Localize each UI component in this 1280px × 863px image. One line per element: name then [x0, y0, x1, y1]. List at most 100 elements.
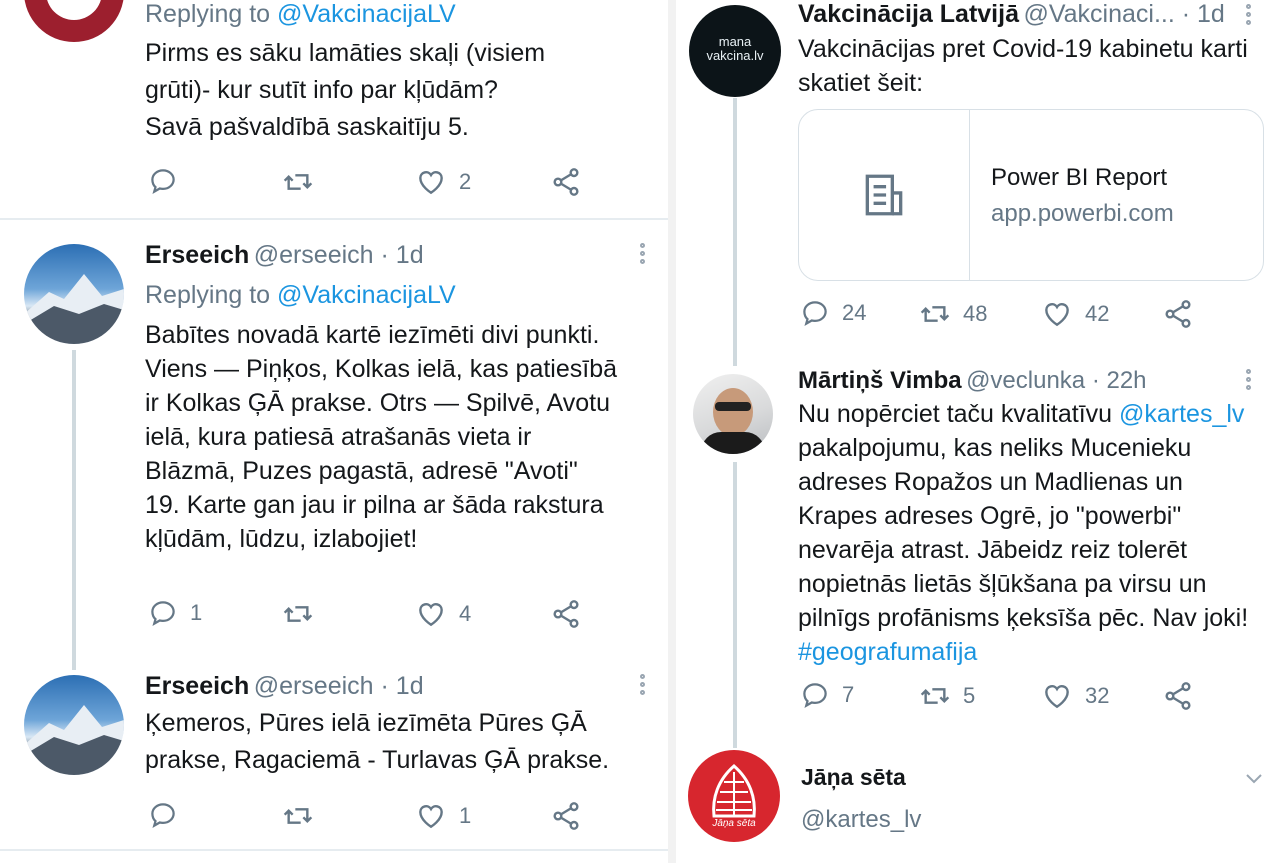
more-options-icon[interactable] — [1246, 369, 1256, 393]
retweet-button[interactable]: 5 — [919, 680, 975, 712]
share-icon — [553, 802, 579, 830]
avatar-face — [713, 388, 753, 436]
tweet-text: Pirms es sāku lamāties skaļi (visiem grū… — [145, 39, 546, 141]
logo-caption: Jāņa sēta — [712, 818, 756, 829]
thread-line — [72, 350, 76, 670]
retweet-button[interactable] — [282, 166, 314, 198]
retweet-icon — [283, 606, 313, 622]
user-avatar-vakcinacija[interactable]: mana vakcina.lv — [689, 5, 781, 97]
like-button[interactable]: 42 — [1041, 298, 1109, 330]
share-icon — [553, 168, 579, 196]
link-card-thumbnail — [799, 110, 970, 280]
user-handle: @kartes_lv — [801, 806, 922, 833]
avatar-logo-text: mana vakcina.lv — [706, 34, 764, 63]
reply-icon — [803, 683, 827, 708]
more-options-icon[interactable] — [640, 674, 650, 698]
reply-icon — [151, 803, 175, 828]
reply-icon — [803, 301, 827, 326]
share-icon — [553, 600, 579, 628]
user-avatar[interactable] — [24, 0, 124, 42]
retweet-button[interactable] — [282, 598, 314, 630]
share-icon — [1165, 300, 1191, 328]
left-conversation-column: Replying to @VakcinacijaLV Pirms es sāku… — [0, 0, 668, 863]
right-conversation-column: mana vakcina.lv Vakcinācija Latvijā @Vak… — [676, 0, 1280, 863]
more-options-icon[interactable] — [640, 243, 650, 267]
display-name[interactable]: Jāņa sēta — [801, 764, 906, 791]
share-button[interactable] — [1162, 680, 1194, 712]
retweet-button[interactable]: 48 — [919, 298, 987, 330]
reply-button[interactable] — [148, 800, 178, 830]
replying-to-mention[interactable]: @VakcinacijaLV — [277, 281, 456, 309]
user-avatar-kartes-lv[interactable]: Jāņa sēta — [688, 750, 780, 842]
retweet-icon — [283, 174, 313, 190]
tweet-divider — [0, 849, 668, 851]
retweet-icon — [920, 688, 950, 704]
mountain-image — [24, 705, 124, 775]
heart-icon — [419, 171, 443, 195]
retweet-count: 5 — [963, 683, 976, 708]
user-avatar-erseeich[interactable] — [24, 675, 124, 775]
retweet-icon — [920, 306, 950, 322]
like-count: 1 — [459, 803, 472, 828]
reply-button[interactable] — [148, 166, 178, 196]
mention-link[interactable]: @kartes_lv — [1119, 400, 1244, 428]
mountain-image — [24, 274, 124, 344]
tweet-text: Babītes novadā kartē iezīmēti divi punkt… — [145, 321, 618, 553]
like-button[interactable]: 4 — [415, 598, 471, 630]
user-avatar-erseeich[interactable] — [24, 244, 124, 344]
reply-count: 24 — [842, 300, 867, 325]
reply-count: 7 — [842, 682, 855, 707]
heart-icon — [419, 805, 443, 829]
handle-time: @erseeich · 1d — [253, 672, 424, 700]
like-button[interactable]: 32 — [1041, 680, 1109, 712]
more-options-icon[interactable] — [1246, 4, 1256, 28]
user-avatar-veclunka[interactable] — [693, 374, 773, 454]
reply-icon — [151, 169, 175, 194]
tweet-text: Nu nopērciet taču kvalitatīvu @kartes_lv… — [798, 397, 1248, 669]
share-button[interactable] — [550, 800, 582, 832]
handle-time: @erseeich · 1d — [253, 241, 424, 269]
tweet-header: Erseeich @erseeich · 1d — [145, 241, 424, 270]
like-count: 32 — [1085, 683, 1110, 708]
thread-line — [733, 462, 737, 748]
link-preview-card[interactable]: Power BI Report app.powerbi.com — [798, 109, 1264, 281]
tweet-text: Vakcinācijas pret Covid-19 kabinetu kart… — [798, 35, 1248, 97]
like-count: 2 — [459, 169, 472, 194]
document-icon — [865, 174, 903, 216]
share-button[interactable] — [550, 166, 582, 198]
retweet-icon — [283, 808, 313, 824]
thread-line — [733, 98, 737, 366]
share-button[interactable] — [1162, 298, 1194, 330]
reply-button[interactable]: 7 — [800, 680, 854, 710]
retweet-button[interactable] — [282, 800, 314, 832]
reply-button[interactable]: 24 — [800, 298, 866, 328]
like-count: 4 — [459, 601, 472, 626]
reply-button[interactable]: 1 — [148, 598, 202, 628]
share-button[interactable] — [550, 598, 582, 630]
heart-icon — [1045, 685, 1069, 709]
retweet-count: 48 — [963, 301, 988, 326]
display-name[interactable]: Erseeich — [145, 241, 249, 269]
like-button[interactable]: 1 — [415, 800, 471, 832]
display-name[interactable]: Mārtiņš Vimba — [798, 367, 962, 394]
tweet-header: Vakcinācija Latvijā @Vakcinaci... · 1d — [798, 0, 1225, 29]
avatar-sunglasses — [715, 402, 751, 411]
replying-to-mention[interactable]: @VakcinacijaLV — [277, 0, 456, 28]
tweet-divider — [0, 218, 668, 220]
reply-icon — [151, 601, 175, 626]
display-name[interactable]: Vakcinācija Latvijā — [798, 0, 1019, 28]
tweet-header: Mārtiņš Vimba @veclunka · 22h — [798, 367, 1147, 395]
handle-time: @Vakcinaci... · 1d — [1023, 0, 1225, 28]
avatar-shirt — [701, 432, 765, 454]
screenshot-gap — [668, 0, 676, 863]
display-name[interactable]: Erseeich — [145, 672, 249, 700]
chevron-down-icon[interactable] — [1242, 766, 1266, 790]
hashtag-link[interactable]: #geografumafija — [798, 635, 1248, 669]
handle-time: @veclunka · 22h — [966, 367, 1147, 394]
tweet-header: Erseeich @erseeich · 1d — [145, 672, 424, 701]
replying-to: Replying to @VakcinacijaLV — [145, 0, 456, 28]
link-card-domain: app.powerbi.com — [991, 200, 1174, 227]
share-icon — [1165, 682, 1191, 710]
replying-to: Replying to @VakcinacijaLV — [145, 281, 456, 309]
like-button[interactable]: 2 — [415, 166, 471, 198]
